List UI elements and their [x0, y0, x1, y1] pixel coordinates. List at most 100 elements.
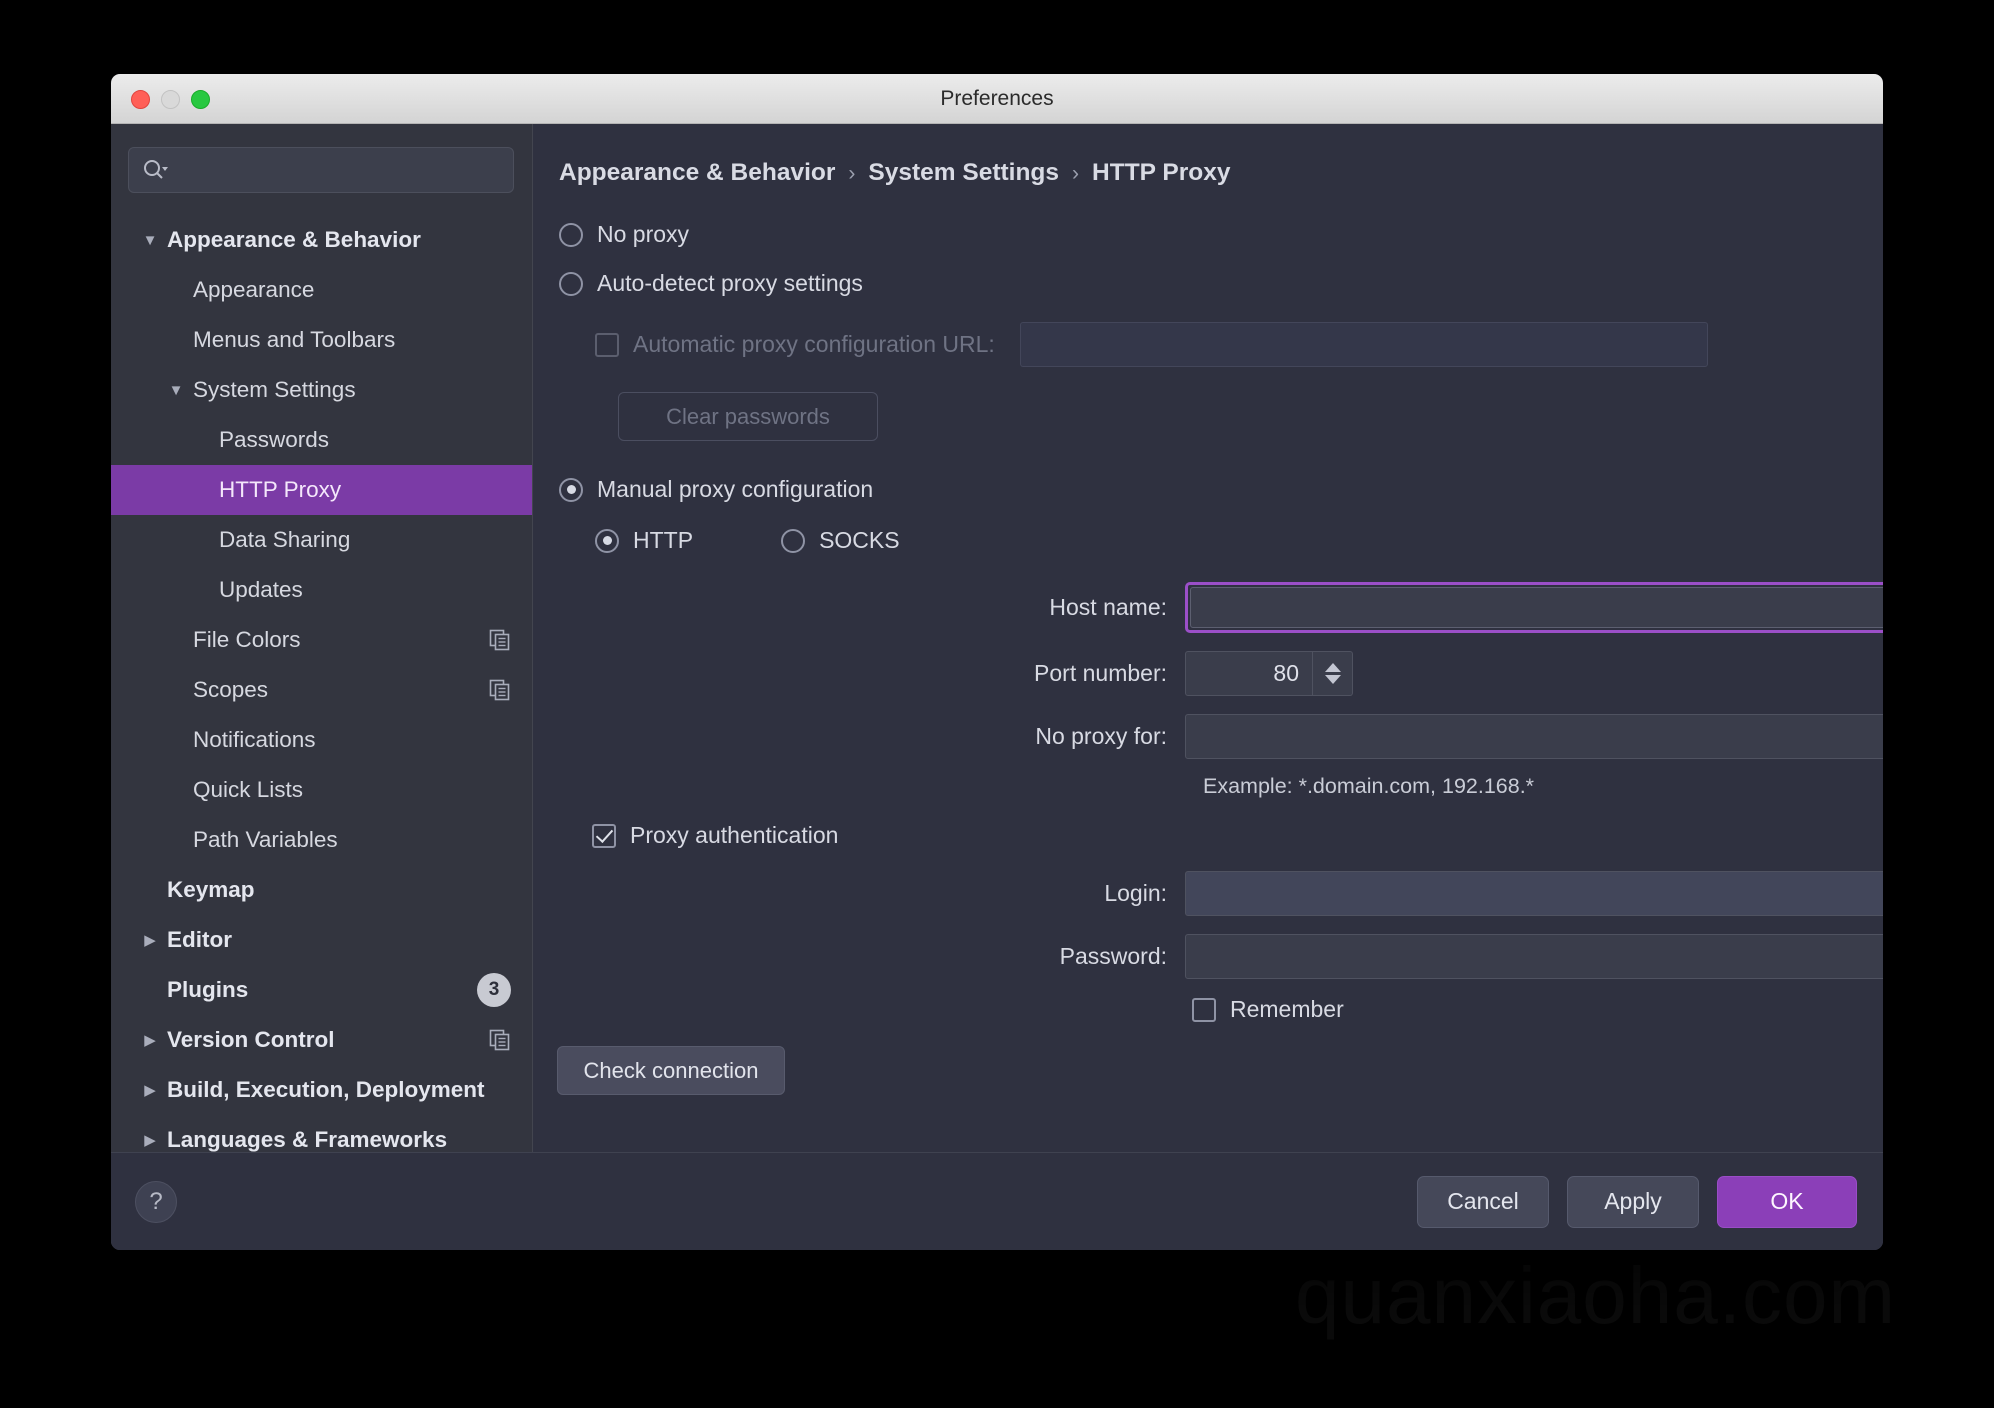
chevron-right-icon[interactable]: ▶ — [133, 1083, 167, 1098]
tree-indent-spacer: ▶ — [159, 683, 193, 698]
breadcrumb-item-http-proxy[interactable]: HTTP Proxy — [1092, 159, 1230, 187]
host-name-label: Host name: — [1049, 594, 1167, 620]
sidebar-item-label: HTTP Proxy — [219, 477, 342, 502]
sidebar-item-label: Build, Execution, Deployment — [167, 1077, 485, 1102]
password-input[interactable] — [1185, 934, 1883, 979]
sidebar-item-data-sharing[interactable]: ▶Data Sharing — [111, 515, 532, 565]
check-connection-button[interactable]: Check connection — [557, 1046, 785, 1095]
window-title: Preferences — [940, 86, 1054, 110]
manual-proxy-radio[interactable] — [559, 477, 583, 502]
sidebar-item-label: Scopes — [193, 677, 269, 702]
plugins-count-badge-wrapper: 3 — [477, 973, 511, 1007]
host-name-focus-ring — [1185, 582, 1883, 633]
maximize-button-icon[interactable] — [191, 90, 210, 109]
remember-checkbox[interactable] — [1192, 997, 1216, 1022]
cancel-button[interactable]: Cancel — [1417, 1175, 1549, 1228]
sidebar-item-keymap[interactable]: ▶Keymap — [111, 865, 532, 915]
sidebar-item-label: Appearance & Behavior — [167, 227, 421, 252]
copy-icon[interactable] — [489, 679, 511, 701]
stepper-up-icon[interactable] — [1324, 663, 1341, 672]
sidebar-item-label: Passwords — [219, 427, 330, 452]
dialog-footer: ? Cancel Apply OK — [111, 1152, 1883, 1250]
settings-content: Appearance & Behavior › System Settings … — [533, 124, 1883, 1250]
host-name-input[interactable] — [1190, 587, 1883, 628]
no-proxy-radio[interactable] — [559, 222, 583, 247]
sidebar-item-file-colors[interactable]: ▶File Colors — [111, 615, 532, 665]
sidebar-item-appearance[interactable]: ▶Appearance — [111, 265, 532, 315]
breadcrumb-item-appearance[interactable]: Appearance & Behavior — [559, 159, 835, 187]
copy-icon[interactable] — [489, 1029, 511, 1051]
traffic-lights — [131, 90, 210, 109]
tree-indent-spacer: ▶ — [185, 583, 219, 598]
proxy-auth-label: Proxy authentication — [630, 822, 839, 848]
chevron-right-icon[interactable]: ▶ — [133, 933, 167, 948]
sidebar-item-label: Menus and Toolbars — [193, 327, 396, 352]
help-button[interactable]: ? — [135, 1180, 177, 1223]
sidebar-item-quick-lists[interactable]: ▶Quick Lists — [111, 765, 532, 815]
chevron-right-icon[interactable]: ▶ — [133, 1033, 167, 1048]
breadcrumb-item-system-settings[interactable]: System Settings — [868, 159, 1059, 187]
sidebar-item-path-variables[interactable]: ▶Path Variables — [111, 815, 532, 865]
auto-config-url-checkbox[interactable] — [595, 332, 619, 357]
auto-detect-option[interactable]: Auto-detect proxy settings — [555, 259, 1883, 308]
http-label: HTTP — [633, 527, 694, 553]
no-proxy-for-input[interactable] — [1185, 714, 1883, 759]
sidebar-item-label: File Colors — [193, 627, 301, 652]
tree-indent-spacer: ▶ — [159, 333, 193, 348]
proxy-auth-checkbox[interactable] — [592, 823, 616, 848]
sidebar-item-menus-and-toolbars[interactable]: ▶Menus and Toolbars — [111, 315, 532, 365]
chevron-down-icon[interactable]: ▼ — [133, 233, 167, 248]
sidebar-item-notifications[interactable]: ▶Notifications — [111, 715, 532, 765]
sidebar-item-label: Quick Lists — [193, 777, 304, 802]
no-proxy-for-label: No proxy for: — [1035, 723, 1167, 749]
sidebar-item-scopes[interactable]: ▶Scopes — [111, 665, 532, 715]
socks-label: SOCKS — [819, 527, 900, 553]
tree-indent-spacer: ▶ — [159, 733, 193, 748]
clear-passwords-button[interactable]: Clear passwords — [618, 392, 878, 441]
login-input[interactable] — [1185, 871, 1883, 916]
sidebar-item-updates[interactable]: ▶Updates — [111, 565, 532, 615]
login-label: Login: — [1104, 880, 1167, 906]
chevron-right-icon[interactable]: ▶ — [133, 1133, 167, 1148]
no-proxy-option[interactable]: No proxy — [555, 210, 1883, 259]
close-button-icon[interactable] — [131, 90, 150, 109]
example-text: Example: *.domain.com, 192.168.* — [1203, 774, 1535, 798]
chevron-down-icon[interactable]: ▼ — [159, 383, 193, 398]
sidebar-item-label: Notifications — [193, 727, 316, 752]
sidebar-item-system-settings[interactable]: ▼ System Settings — [111, 365, 532, 415]
sidebar-item-appearance-behavior[interactable]: ▼ Appearance & Behavior — [111, 215, 532, 265]
breadcrumb-separator: › — [1072, 162, 1080, 185]
port-number-input[interactable]: 80 — [1185, 651, 1313, 696]
socks-radio[interactable] — [781, 528, 806, 553]
port-number-stepper[interactable] — [1313, 651, 1353, 696]
remember-row[interactable]: Remember — [555, 985, 1883, 1034]
stepper-down-icon[interactable] — [1324, 675, 1341, 684]
port-number-spinner[interactable]: 80 — [1185, 651, 1353, 696]
host-name-row: Host name: — [555, 582, 1883, 633]
sidebar-item-plugins[interactable]: ▶Plugins 3 — [111, 965, 532, 1015]
apply-button[interactable]: Apply — [1567, 1175, 1699, 1228]
watermark-url: quanxiaoha.com — [1295, 1250, 1896, 1342]
sidebar-item-version-control[interactable]: ▶ Version Control — [111, 1015, 532, 1065]
auto-detect-radio[interactable] — [559, 271, 583, 296]
sidebar-item-label: Editor — [167, 927, 232, 952]
proxy-auth-row[interactable]: Proxy authentication — [555, 811, 1883, 860]
tree-indent-spacer: ▶ — [185, 433, 219, 448]
sidebar-item-http-proxy[interactable]: ▶HTTP Proxy — [111, 465, 532, 515]
sidebar-item-passwords[interactable]: ▶Passwords — [111, 415, 532, 465]
sidebar-item-build-execution-deployment[interactable]: ▶ Build, Execution, Deployment — [111, 1065, 532, 1115]
sidebar-item-editor[interactable]: ▶ Editor — [111, 915, 532, 965]
http-proxy-form: No proxy Auto-detect proxy settings Auto… — [533, 187, 1883, 1095]
manual-proxy-option[interactable]: Manual proxy configuration — [555, 465, 1883, 514]
auto-config-url-input[interactable] — [1019, 322, 1708, 367]
status-badge: 3 — [477, 973, 511, 1007]
minimize-button-icon[interactable] — [161, 90, 180, 109]
screen-root: 关小哈教程 quanxiaoha.com Preferences — [0, 0, 1994, 1408]
copy-icon[interactable] — [489, 629, 511, 651]
sidebar-item-label: System Settings — [193, 377, 356, 402]
http-radio[interactable] — [595, 528, 619, 553]
breadcrumb-separator: › — [848, 162, 856, 185]
breadcrumb: Appearance & Behavior › System Settings … — [533, 124, 1883, 187]
search-input[interactable] — [128, 147, 514, 193]
ok-button[interactable]: OK — [1717, 1175, 1857, 1228]
